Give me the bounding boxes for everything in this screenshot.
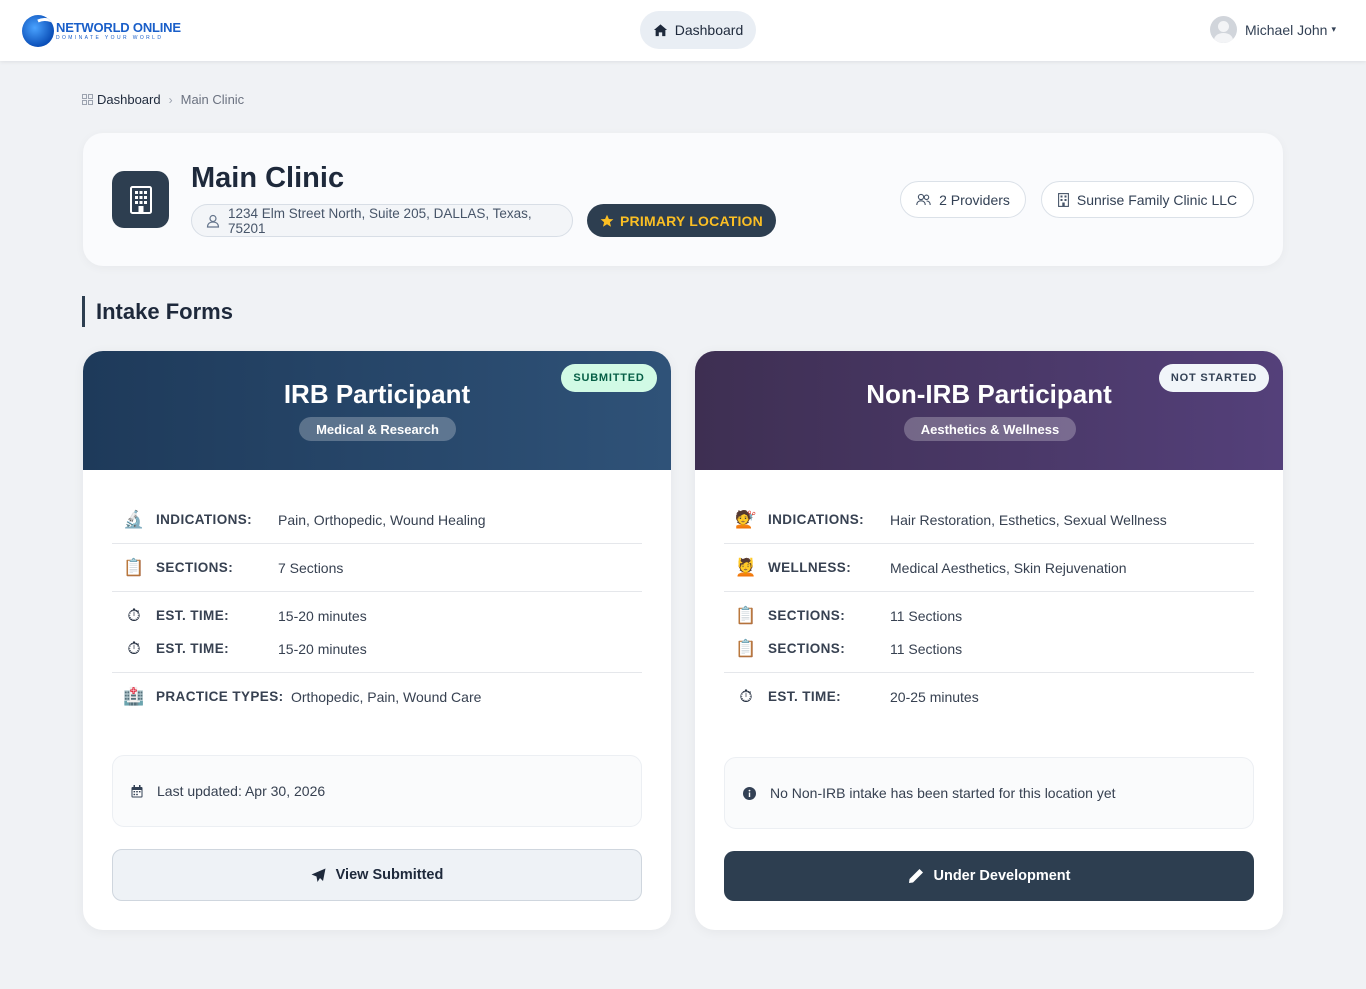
users-icon (916, 193, 931, 206)
breadcrumb-current: Main Clinic (180, 92, 245, 107)
breadcrumb-dashboard-label: Dashboard (97, 92, 161, 107)
row-label: EST. TIME: (156, 608, 230, 623)
row-label: SECTIONS: (768, 641, 846, 656)
paper-plane-icon (311, 868, 326, 882)
user-menu[interactable]: Michael John ▾ (1209, 16, 1336, 43)
providers-label: 2 Providers (939, 191, 1010, 208)
stopwatch-icon: ⏱ (127, 638, 141, 658)
row-value: 15-20 minutes (278, 640, 367, 657)
status-badge: NOT STARTED (1159, 364, 1269, 392)
row-label: EST. TIME: (768, 689, 842, 704)
user-pin-icon (206, 214, 220, 228)
home-icon (653, 23, 667, 36)
nav-dashboard-button[interactable]: Dashboard (640, 11, 756, 49)
grid-icon (82, 94, 93, 105)
row-label: EST. TIME: (156, 641, 230, 656)
row-value: Pain, Orthopedic, Wound Healing (278, 511, 486, 528)
avatar (1209, 16, 1237, 43)
row-value: Medical Aesthetics, Skin Rejuvenation (890, 559, 1127, 576)
non-irb-card-subtitle: Aesthetics & Wellness (904, 417, 1076, 441)
microscope-icon: 🔬 (123, 509, 145, 529)
pencil-icon (908, 869, 923, 883)
haircut-icon: 💇 (735, 509, 757, 529)
calendar-icon (131, 784, 143, 797)
row-label: INDICATIONS: (156, 512, 253, 527)
not-started-note: No Non-IRB intake has been started for t… (724, 757, 1254, 829)
row-value: 20-25 minutes (890, 688, 979, 705)
breadcrumb: Dashboard › Main Clinic (82, 92, 244, 107)
view-submitted-label: View Submitted (335, 867, 444, 883)
top-navbar: NETWORLD ONLINE DOMINATE YOUR WORLD Dash… (0, 0, 1366, 61)
brand-name: NETWORLD ONLINE (56, 20, 181, 35)
irb-card-header: IRB Participant Medical & Research SUBMI… (83, 351, 671, 470)
list-item: 📋 SECTIONS: 11 Sections (724, 599, 1254, 632)
list-item: 📋 SECTIONS: 7 Sections (112, 551, 642, 584)
globe-logo-icon (22, 15, 54, 47)
organization-pill[interactable]: Sunrise Family Clinic LLC (1041, 181, 1254, 218)
non-irb-card-header: Non-IRB Participant Aesthetics & Wellnes… (695, 351, 1283, 470)
chevron-down-icon: ▾ (1331, 24, 1336, 34)
row-label: WELLNESS: (768, 560, 852, 575)
user-name: Michael John (1244, 21, 1328, 38)
building-icon (112, 171, 169, 228)
nav-dashboard-label: Dashboard (674, 22, 744, 38)
status-badge: SUBMITTED (561, 364, 657, 392)
organization-label: Sunrise Family Clinic LLC (1076, 191, 1238, 208)
clipboard-icon: 📋 (735, 605, 757, 625)
chevron-right-icon: › (168, 92, 173, 107)
page-title: Main Clinic (191, 162, 345, 194)
row-label: INDICATIONS: (768, 512, 865, 527)
primary-location-label: PRIMARY LOCATION (620, 212, 763, 229)
list-item: ⏱ EST. TIME: 20-25 minutes (724, 680, 1254, 713)
address-text: 1234 Elm Street North, Suite 205, DALLAS… (227, 205, 532, 236)
stopwatch-icon: ⏱ (127, 605, 141, 625)
row-label: SECTIONS: (156, 560, 234, 575)
list-item: ⏱ EST. TIME: 15-20 minutes (112, 599, 642, 632)
list-item: 🏥 PRACTICE TYPES: Orthopedic, Pain, Woun… (112, 680, 642, 713)
irb-card-subtitle: Medical & Research (299, 417, 456, 441)
row-value: Orthopedic, Pain, Wound Care (291, 688, 482, 705)
row-value: 11 Sections (890, 607, 963, 624)
irb-participant-card: IRB Participant Medical & Research SUBMI… (83, 351, 671, 930)
spa-person-icon: 💆 (735, 557, 757, 577)
clipboard-icon: 📋 (123, 557, 145, 577)
address-pill: 1234 Elm Street North, Suite 205, DALLAS… (191, 204, 573, 237)
location-card: Main Clinic 1234 Elm Street North, Suite… (83, 133, 1283, 266)
providers-pill[interactable]: 2 Providers (900, 181, 1026, 218)
irb-info-list: 🔬 INDICATIONS: Pain, Orthopedic, Wound H… (112, 496, 642, 720)
stopwatch-icon: ⏱ (739, 686, 753, 706)
list-item: 🔬 INDICATIONS: Pain, Orthopedic, Wound H… (112, 503, 642, 536)
non-irb-participant-card: Non-IRB Participant Aesthetics & Wellnes… (695, 351, 1283, 930)
row-value: 15-20 minutes (278, 607, 367, 624)
last-updated-note: Last updated: Apr 30, 2026 (112, 755, 642, 827)
under-development-label: Under Development (933, 868, 1071, 884)
last-updated-text: Last updated: Apr 30, 2026 (157, 783, 326, 799)
row-label: SECTIONS: (768, 608, 846, 623)
non-irb-info-list: 💇 INDICATIONS: Hair Restoration, Estheti… (724, 496, 1254, 720)
list-item: 💆 WELLNESS: Medical Aesthetics, Skin Rej… (724, 551, 1254, 584)
view-submitted-button[interactable]: View Submitted (112, 849, 642, 901)
star-icon (600, 214, 614, 227)
list-item: 📋 SECTIONS: 11 Sections (724, 632, 1254, 665)
under-development-button[interactable]: Under Development (724, 851, 1254, 901)
building-small-icon (1057, 192, 1069, 207)
breadcrumb-dashboard-link[interactable]: Dashboard (82, 92, 161, 107)
info-icon (743, 786, 756, 800)
list-item: 💇 INDICATIONS: Hair Restoration, Estheti… (724, 503, 1254, 536)
primary-location-badge: PRIMARY LOCATION (587, 204, 776, 237)
row-value: 11 Sections (890, 640, 963, 657)
not-started-text: No Non-IRB intake has been started for t… (770, 785, 1116, 801)
hospital-icon: 🏥 (123, 686, 145, 706)
list-item: ⏱ EST. TIME: 15-20 minutes (112, 632, 642, 665)
row-label: PRACTICE TYPES: (156, 689, 284, 704)
row-value: 7 Sections (278, 559, 344, 576)
brand-tagline: DOMINATE YOUR WORLD (56, 35, 164, 41)
row-value: Hair Restoration, Esthetics, Sexual Well… (890, 511, 1167, 528)
brand-logo[interactable]: NETWORLD ONLINE DOMINATE YOUR WORLD (22, 14, 181, 48)
clipboard-icon: 📋 (735, 638, 757, 658)
intake-forms-heading: Intake Forms (82, 296, 233, 327)
